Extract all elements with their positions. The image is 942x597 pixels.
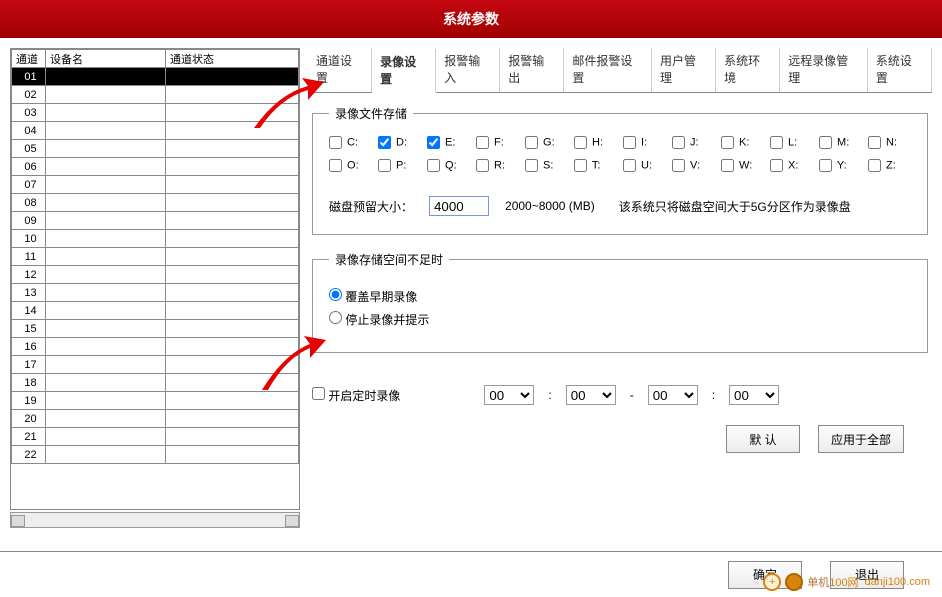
timer-enable-label: 开启定时录像 <box>328 389 400 403</box>
table-row[interactable]: 12 <box>12 266 299 284</box>
drive-F[interactable]: F: <box>476 136 519 149</box>
table-row[interactable]: 19 <box>12 392 299 410</box>
drive-N[interactable]: N: <box>868 136 911 149</box>
drive-O[interactable]: O: <box>329 159 372 172</box>
table-row[interactable]: 03 <box>12 104 299 122</box>
watermark-text-b: 100网 <box>829 577 858 589</box>
dot-icon: ● <box>785 573 803 591</box>
tab-bar: 通道设置录像设置报警输入报警输出邮件报警设置用户管理系统环境远程录像管理系统设置 <box>308 48 932 93</box>
table-row[interactable]: 11 <box>12 248 299 266</box>
reserve-row: 磁盘预留大小： 2000~8000 (MB) 该系统只将磁盘空间大于5G分区作为… <box>329 196 911 216</box>
table-row[interactable]: 16 <box>12 338 299 356</box>
radio-stop[interactable]: 停止录像并提示 <box>329 311 911 328</box>
table-row[interactable]: 09 <box>12 212 299 230</box>
drive-M[interactable]: M: <box>819 136 862 149</box>
table-row[interactable]: 10 <box>12 230 299 248</box>
table-row[interactable]: 02 <box>12 86 299 104</box>
storage-group: 录像文件存储 C: D: E: F: G: H: I: J: K: L: M: … <box>312 105 928 235</box>
table-row[interactable]: 18 <box>12 374 299 392</box>
when-full-legend: 录像存储空间不足时 <box>329 251 449 268</box>
th-channel: 通道 <box>12 50 46 68</box>
default-button[interactable]: 默 认 <box>726 425 800 453</box>
table-row[interactable]: 21 <box>12 428 299 446</box>
drive-I[interactable]: I: <box>623 136 666 149</box>
storage-legend: 录像文件存储 <box>329 105 413 122</box>
main-area: 通道 设备名 通道状态 0102030405060708091011121314… <box>0 38 942 541</box>
drive-W[interactable]: W: <box>721 159 764 172</box>
watermark-text-c: danji100.com <box>865 576 930 588</box>
timer-m1[interactable]: 00 <box>566 385 616 405</box>
table-row[interactable]: 01 <box>12 68 299 86</box>
table-row[interactable]: 22 <box>12 446 299 464</box>
right-panel: 通道设置录像设置报警输入报警输出邮件报警设置用户管理系统环境远程录像管理系统设置… <box>308 48 932 531</box>
horizontal-scrollbar[interactable] <box>10 512 300 528</box>
drive-Z[interactable]: Z: <box>868 159 911 172</box>
drive-U[interactable]: U: <box>623 159 666 172</box>
drive-grid: C: D: E: F: G: H: I: J: K: L: M: N: O: P… <box>329 136 911 172</box>
when-full-group: 录像存储空间不足时 覆盖早期录像 停止录像并提示 <box>312 251 928 353</box>
table-row[interactable]: 04 <box>12 122 299 140</box>
drive-H[interactable]: H: <box>574 136 617 149</box>
table-row[interactable]: 17 <box>12 356 299 374</box>
watermark: + ● 单机100网 danji100.com <box>763 573 930 591</box>
colon-2: : <box>712 388 715 402</box>
radio-stop-label: 停止录像并提示 <box>345 313 429 327</box>
drive-V[interactable]: V: <box>672 159 715 172</box>
apply-all-button[interactable]: 应用于全部 <box>818 425 904 453</box>
table-row[interactable]: 13 <box>12 284 299 302</box>
drive-Q[interactable]: Q: <box>427 159 470 172</box>
drive-C[interactable]: C: <box>329 136 372 149</box>
drive-L[interactable]: L: <box>770 136 813 149</box>
plus-icon: + <box>763 573 781 591</box>
radio-overwrite[interactable]: 覆盖早期录像 <box>329 288 911 305</box>
drive-S[interactable]: S: <box>525 159 568 172</box>
drive-E[interactable]: E: <box>427 136 470 149</box>
timer-m2[interactable]: 00 <box>729 385 779 405</box>
table-row[interactable]: 05 <box>12 140 299 158</box>
table-row[interactable]: 20 <box>12 410 299 428</box>
colon-1: : <box>548 388 551 402</box>
drive-G[interactable]: G: <box>525 136 568 149</box>
table-row[interactable]: 08 <box>12 194 299 212</box>
drive-P[interactable]: P: <box>378 159 421 172</box>
tab-5[interactable]: 用户管理 <box>652 48 716 92</box>
tab-2[interactable]: 报警输入 <box>436 48 500 92</box>
table-row[interactable]: 15 <box>12 320 299 338</box>
drive-J[interactable]: J: <box>672 136 715 149</box>
radio-overwrite-label: 覆盖早期录像 <box>345 290 417 304</box>
th-device: 设备名 <box>46 50 166 68</box>
panel-actions: 默 认 应用于全部 <box>308 425 904 453</box>
timer-h2[interactable]: 00 <box>648 385 698 405</box>
tab-7[interactable]: 远程录像管理 <box>780 48 868 92</box>
tab-1[interactable]: 录像设置 <box>372 49 436 93</box>
th-status: 通道状态 <box>166 50 299 68</box>
tab-3[interactable]: 报警输出 <box>500 48 564 92</box>
drive-D[interactable]: D: <box>378 136 421 149</box>
timer-enable[interactable]: 开启定时录像 <box>312 387 400 404</box>
tab-4[interactable]: 邮件报警设置 <box>564 48 652 92</box>
reserve-label: 磁盘预留大小： <box>329 198 413 215</box>
reserve-input[interactable] <box>429 196 489 216</box>
drive-R[interactable]: R: <box>476 159 519 172</box>
table-row[interactable]: 07 <box>12 176 299 194</box>
drive-Y[interactable]: Y: <box>819 159 862 172</box>
drive-X[interactable]: X: <box>770 159 813 172</box>
table-row[interactable]: 14 <box>12 302 299 320</box>
tab-8[interactable]: 系统设置 <box>868 48 932 92</box>
reserve-range: 2000~8000 (MB) <box>505 199 595 213</box>
timer-h1[interactable]: 00 <box>484 385 534 405</box>
reserve-note: 该系统只将磁盘空间大于5G分区作为录像盘 <box>619 198 851 215</box>
drive-T[interactable]: T: <box>574 159 617 172</box>
window-title: 系统参数 <box>0 0 942 38</box>
table-row[interactable]: 06 <box>12 158 299 176</box>
tab-0[interactable]: 通道设置 <box>308 48 372 92</box>
drive-K[interactable]: K: <box>721 136 764 149</box>
dash: - <box>630 388 634 402</box>
timer-row: 开启定时录像 00 : 00 - 00 : 00 <box>312 385 928 405</box>
tab-6[interactable]: 系统环境 <box>716 48 780 92</box>
left-panel: 通道 设备名 通道状态 0102030405060708091011121314… <box>10 48 300 531</box>
watermark-text-a: 单机 <box>807 577 829 589</box>
channel-table[interactable]: 通道 设备名 通道状态 0102030405060708091011121314… <box>10 48 300 510</box>
